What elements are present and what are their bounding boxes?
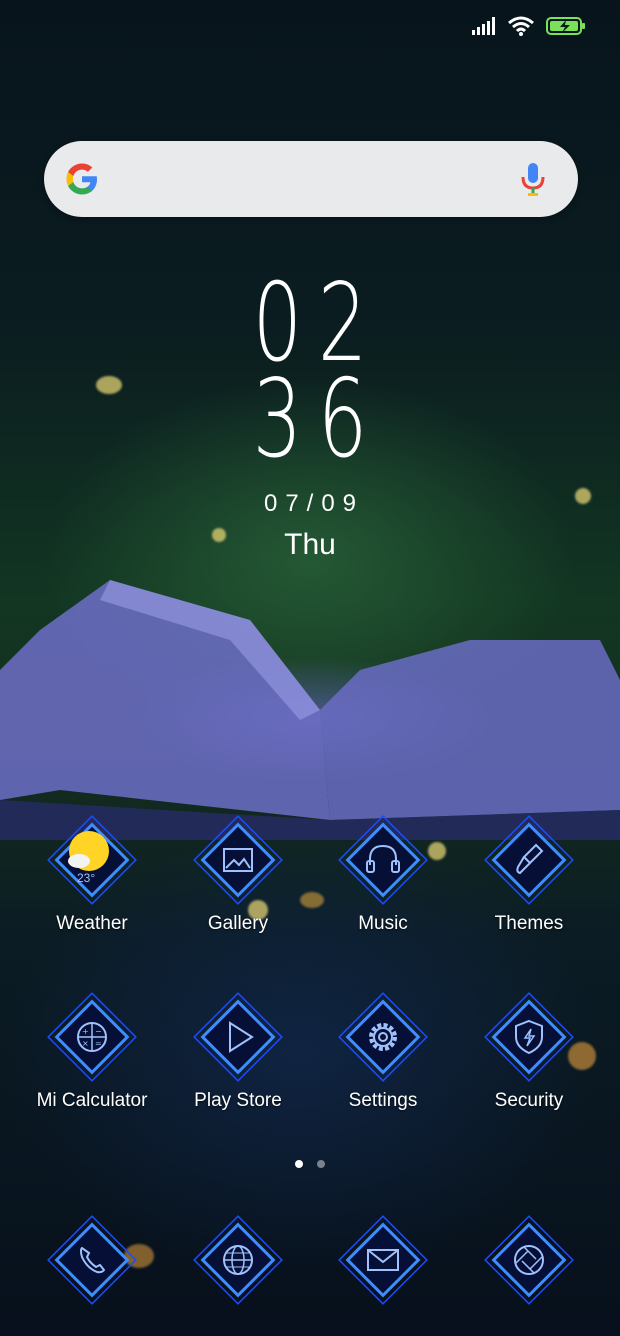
gear-icon[interactable]: [338, 992, 428, 1082]
page-indicator[interactable]: [0, 1160, 620, 1168]
gallery-icon[interactable]: [193, 815, 283, 905]
app-label: Gallery: [207, 913, 269, 934]
clock-minutes: 36: [252, 357, 384, 482]
app-play-store[interactable]: Play Store: [168, 992, 308, 1112]
svg-text:−: −: [95, 1027, 102, 1036]
app-label: Settings: [348, 1090, 418, 1111]
battery-charging-icon: [546, 16, 586, 41]
app-label: Weather: [56, 913, 128, 934]
app-mi-calculator[interactable]: + − × = Mi Calculator: [22, 992, 162, 1112]
play-store-icon[interactable]: [193, 992, 283, 1082]
google-search-bar[interactable]: [44, 141, 578, 219]
camera-shutter-icon[interactable]: [484, 1215, 574, 1305]
app-label: Security: [494, 1090, 564, 1111]
page-dot[interactable]: [317, 1160, 325, 1168]
clock-widget[interactable]: 02 36 07/09 Thu: [0, 270, 620, 562]
app-music[interactable]: Music: [313, 815, 453, 935]
weather-icon[interactable]: 23°: [47, 815, 137, 905]
calculator-icon[interactable]: + − × =: [47, 992, 137, 1082]
wifi-icon: [508, 16, 534, 41]
clock-day: Thu: [284, 528, 336, 561]
app-security[interactable]: Security: [459, 992, 599, 1112]
dock-messages[interactable]: [313, 1215, 453, 1305]
microphone-icon[interactable]: [520, 161, 546, 197]
google-logo-icon[interactable]: [64, 161, 100, 197]
app-weather[interactable]: 23° Weather: [22, 815, 162, 935]
dock-browser[interactable]: [168, 1215, 308, 1305]
weather-temperature: 23°: [77, 871, 96, 885]
messages-envelope-icon[interactable]: [338, 1215, 428, 1305]
headphones-icon[interactable]: [338, 815, 428, 905]
svg-text:=: =: [95, 1039, 102, 1048]
browser-globe-icon[interactable]: [193, 1215, 283, 1305]
app-gallery[interactable]: Gallery: [168, 815, 308, 935]
paintbrush-icon[interactable]: [484, 815, 574, 905]
dock-phone[interactable]: [22, 1215, 162, 1305]
svg-text:×: ×: [82, 1039, 89, 1048]
clock-date: 07/09: [263, 490, 365, 517]
status-bar: [472, 12, 586, 44]
svg-text:+: +: [82, 1027, 89, 1036]
wallpaper-book-image: [0, 580, 620, 840]
app-settings[interactable]: Settings: [313, 992, 453, 1112]
app-label: Themes: [494, 913, 564, 934]
page-dot-active[interactable]: [295, 1160, 303, 1168]
shield-icon[interactable]: [484, 992, 574, 1082]
app-label: Play Store: [194, 1090, 282, 1111]
signal-icon: [472, 16, 496, 40]
app-label: Mi Calculator: [36, 1090, 148, 1111]
dock-camera[interactable]: [459, 1215, 599, 1305]
app-label: Music: [358, 913, 408, 934]
app-themes[interactable]: Themes: [459, 815, 599, 935]
search-input[interactable]: [124, 141, 488, 219]
phone-icon[interactable]: [47, 1215, 137, 1305]
